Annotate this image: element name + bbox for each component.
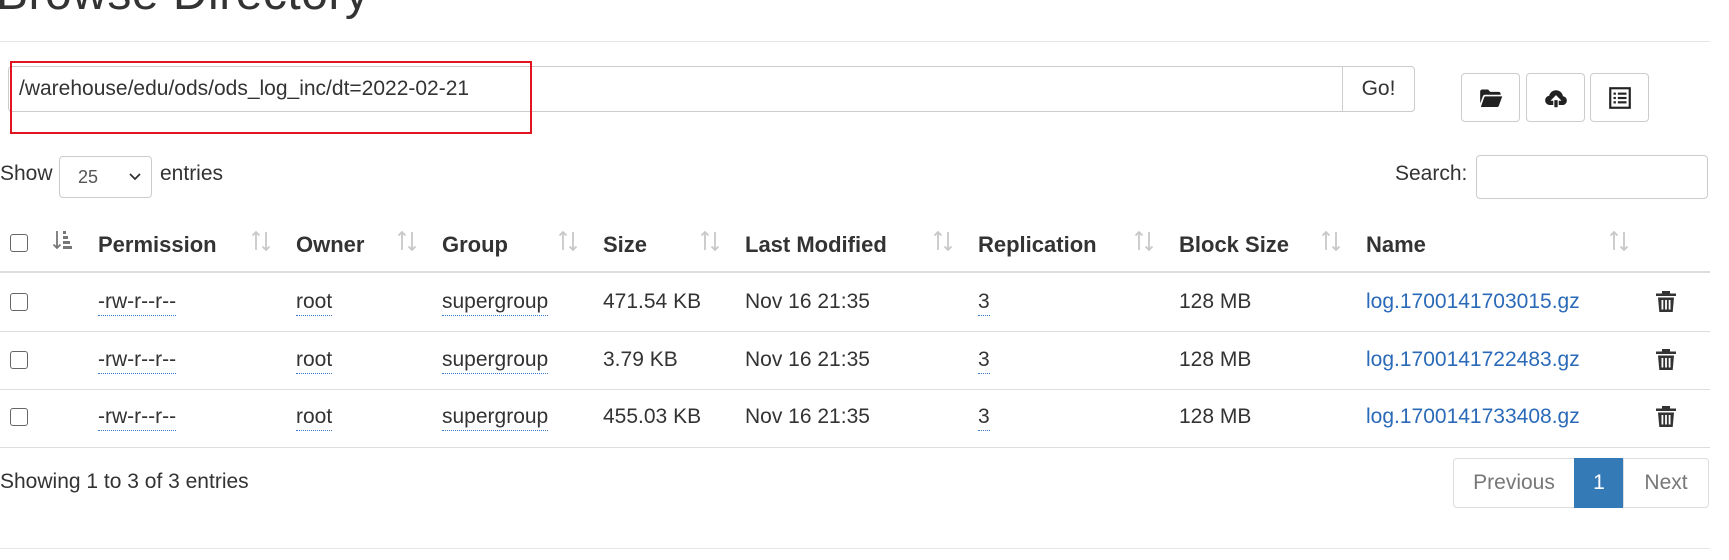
row-owner[interactable]: root (296, 405, 333, 431)
column-header-owner[interactable]: Owner (296, 232, 364, 258)
trash-icon (1656, 291, 1676, 312)
page-title: Browse Directory (0, 0, 369, 21)
sort-both-icon (251, 230, 271, 252)
title-divider (0, 41, 1710, 42)
column-header-permission[interactable]: Permission (98, 232, 217, 258)
column-header-last-modified[interactable]: Last Modified (745, 232, 887, 258)
sort-icon[interactable] (557, 228, 579, 254)
row-replication[interactable]: 3 (978, 290, 990, 316)
pagination-page-button[interactable]: 1 (1574, 458, 1624, 508)
row-group[interactable]: supergroup (442, 405, 549, 431)
row-replication[interactable]: 3 (978, 405, 990, 431)
pagination-previous-button[interactable]: Previous (1453, 458, 1575, 508)
sort-icon[interactable] (1320, 228, 1342, 254)
row-last-modified: Nov 16 21:35 (745, 348, 870, 371)
pagination-next-button[interactable]: Next (1623, 458, 1709, 508)
cut-paste-button[interactable] (1590, 73, 1649, 122)
list-icon (1608, 86, 1631, 109)
row-size: 3.79 KB (603, 348, 678, 371)
delete-file-button[interactable] (1655, 289, 1677, 313)
row-checkbox[interactable] (10, 293, 28, 311)
row-size: 471.54 KB (603, 290, 702, 313)
browse-directory-page: Browse Directory Go! Show 25 entries Se (0, 0, 1729, 560)
row-replication[interactable]: 3 (978, 348, 990, 374)
row-block-size: 128 MB (1179, 348, 1252, 371)
row-permission[interactable]: -rw-r--r-- (98, 348, 177, 374)
sort-icon[interactable] (1608, 228, 1630, 254)
trash-icon (1656, 406, 1676, 427)
row-divider (0, 331, 1710, 332)
trash-icon (1656, 349, 1676, 370)
delete-file-button[interactable] (1655, 404, 1677, 428)
row-block-size: 128 MB (1179, 290, 1252, 313)
sort-both-icon (700, 230, 720, 252)
row-file-name-link[interactable]: log.1700141703015.gz (1366, 290, 1580, 314)
go-button[interactable]: Go! (1342, 66, 1415, 112)
row-divider (0, 447, 1710, 448)
search-input[interactable] (1476, 155, 1708, 199)
sort-both-icon (1321, 230, 1341, 252)
sort-both-icon (1134, 230, 1154, 252)
select-all-checkbox[interactable] (10, 234, 28, 252)
table-info-text: Showing 1 to 3 of 3 entries (0, 470, 249, 493)
row-last-modified: Nov 16 21:35 (745, 405, 870, 428)
page-size-select[interactable]: 25 (59, 156, 152, 198)
row-file-name-link[interactable]: log.1700141722483.gz (1366, 348, 1580, 372)
chevron-down-icon (129, 173, 141, 181)
sort-icon[interactable] (699, 228, 721, 254)
create-directory-button[interactable] (1461, 73, 1520, 122)
column-header-block-size[interactable]: Block Size (1179, 232, 1289, 258)
column-header-name[interactable]: Name (1366, 232, 1426, 258)
sort-amount-asc-icon (52, 231, 72, 250)
row-divider (0, 389, 1710, 390)
bottom-divider (0, 548, 1710, 549)
row-group[interactable]: supergroup (442, 348, 549, 374)
page-size-value: 25 (78, 166, 99, 187)
column-header-size[interactable]: Size (603, 232, 647, 258)
sort-both-icon (558, 230, 578, 252)
row-owner[interactable]: root (296, 348, 333, 374)
column-header-group[interactable]: Group (442, 232, 508, 258)
show-label: Show (0, 162, 53, 185)
sort-both-icon (1609, 230, 1629, 252)
sort-both-icon (933, 230, 953, 252)
row-permission[interactable]: -rw-r--r-- (98, 290, 177, 316)
row-size: 455.03 KB (603, 405, 702, 428)
row-permission[interactable]: -rw-r--r-- (98, 405, 177, 431)
sort-asc-icon[interactable] (52, 228, 74, 254)
sort-both-icon (397, 230, 417, 252)
row-block-size: 128 MB (1179, 405, 1252, 428)
sort-icon[interactable] (250, 228, 272, 254)
column-header-replication[interactable]: Replication (978, 232, 1097, 258)
folder-open-icon (1479, 89, 1502, 107)
row-group[interactable]: supergroup (442, 290, 549, 316)
row-last-modified: Nov 16 21:35 (745, 290, 870, 313)
sort-icon[interactable] (396, 228, 418, 254)
sort-icon[interactable] (1133, 228, 1155, 254)
row-checkbox[interactable] (10, 351, 28, 369)
sort-icon[interactable] (932, 228, 954, 254)
entries-label: entries (160, 162, 224, 185)
delete-file-button[interactable] (1655, 347, 1677, 371)
row-checkbox[interactable] (10, 408, 28, 426)
directory-path-input[interactable] (8, 66, 1343, 112)
table-header-divider (0, 271, 1710, 273)
cloud-upload-icon (1544, 89, 1567, 107)
upload-file-button[interactable] (1526, 73, 1585, 122)
search-label: Search: (1395, 162, 1468, 185)
row-owner[interactable]: root (296, 290, 333, 316)
row-file-name-link[interactable]: log.1700141733408.gz (1366, 405, 1580, 429)
